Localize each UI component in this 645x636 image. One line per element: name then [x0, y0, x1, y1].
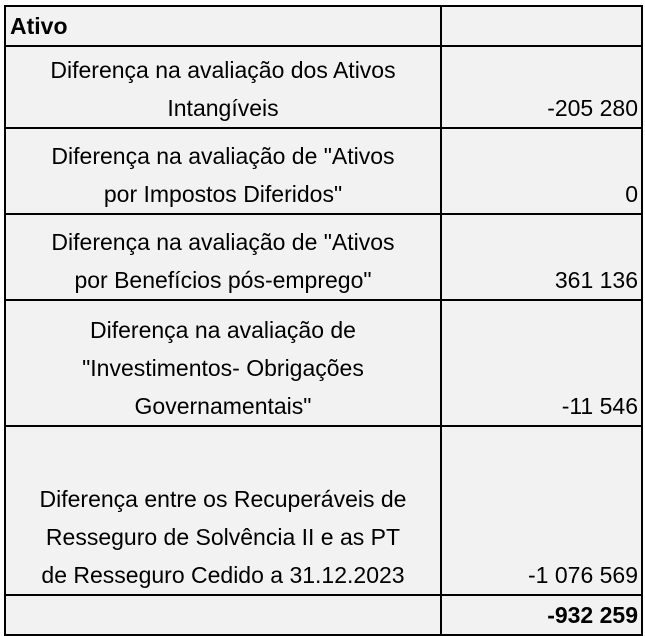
row-value: 361 136: [440, 213, 643, 301]
table-row: Diferença na avaliação dos Ativos Intang…: [4, 45, 643, 129]
header-value-cell: [440, 5, 643, 47]
row-value: 0: [440, 127, 643, 215]
header-label: Ativo: [4, 5, 442, 47]
row-label: Diferença na avaliação de "Investimentos…: [4, 299, 442, 427]
row-label-line: de Resseguro Cedido a 31.12.2023: [41, 562, 405, 588]
table-total-row: -932 259: [4, 594, 643, 636]
table-row: Diferença entre os Recuperáveis de Resse…: [4, 425, 643, 596]
row-label-line: Diferença entre os Recuperáveis de: [39, 486, 407, 512]
table-row: Diferença na avaliação de "Ativos por Im…: [4, 127, 643, 215]
row-value: -1 076 569: [440, 425, 643, 596]
row-value: -11 546: [440, 299, 643, 427]
table-header-row: Ativo: [4, 5, 643, 47]
row-label-line: Governamentais": [134, 393, 312, 419]
row-label-line: Diferença na avaliação de "Ativos: [51, 229, 395, 255]
row-label-line: por Impostos Diferidos": [103, 181, 343, 207]
row-label-line: Resseguro de Solvência II e as PT: [45, 524, 401, 550]
row-label-line: por Benefícios pós-emprego": [74, 267, 372, 293]
assets-table-container: Ativo Diferença na avaliação dos Ativos …: [4, 5, 643, 636]
row-label: Diferença entre os Recuperáveis de Resse…: [4, 425, 442, 596]
total-label-cell: [4, 594, 442, 636]
row-label: Diferença na avaliação de "Ativos por Be…: [4, 213, 442, 301]
row-label: Diferença na avaliação de "Ativos por Im…: [4, 127, 442, 215]
row-label-line: Intangíveis: [167, 95, 279, 121]
row-value: -205 280: [440, 45, 643, 129]
table-row: Diferença na avaliação de "Ativos por Be…: [4, 213, 643, 301]
row-label: Diferença na avaliação dos Ativos Intang…: [4, 45, 442, 129]
row-label-line: Diferença na avaliação de: [90, 317, 356, 343]
total-value: -932 259: [440, 594, 643, 636]
row-label-line: Diferença na avaliação dos Ativos: [50, 57, 396, 83]
row-label-line: Diferença na avaliação de "Ativos: [51, 143, 395, 169]
table-row: Diferença na avaliação de "Investimentos…: [4, 299, 643, 427]
assets-table: Ativo Diferença na avaliação dos Ativos …: [4, 5, 643, 636]
row-label-line: "Investimentos- Obrigações: [82, 355, 364, 381]
